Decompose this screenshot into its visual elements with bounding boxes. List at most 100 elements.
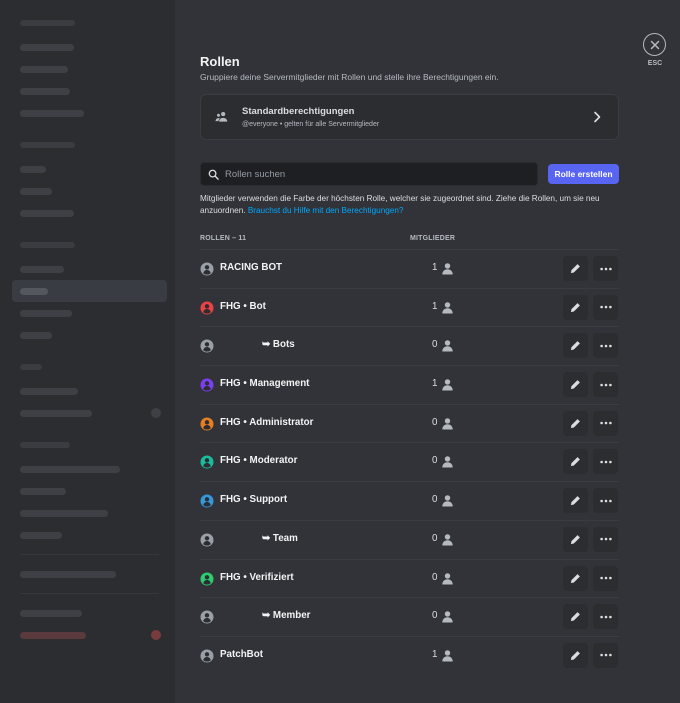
edit-role-button[interactable] [563, 333, 588, 359]
role-row[interactable]: FHG • Moderator 0 [200, 442, 619, 481]
more-options-button[interactable] [593, 488, 618, 514]
more-options-button[interactable] [593, 333, 618, 359]
more-options-button[interactable] [593, 410, 618, 436]
edit-role-button[interactable] [563, 372, 588, 398]
edit-role-button[interactable] [563, 256, 588, 281]
role-name: PatchBot [220, 648, 264, 660]
roles-info: Mitglieder verwenden die Farbe der höchs… [200, 193, 619, 217]
page-subtitle: Gruppiere deine Servermitglieder mit Rol… [200, 72, 499, 82]
shield-icon [200, 301, 214, 315]
role-row[interactable]: FHG • Management 1 [200, 365, 619, 404]
pencil-icon [570, 534, 580, 544]
default-permissions-title: Standardberechtigungen [242, 106, 355, 117]
permissions-help-link[interactable]: Brauchst du Hilfe mit den Berechtigungen… [248, 206, 404, 215]
more-options-button[interactable] [593, 526, 618, 552]
role-row[interactable]: ➥ Bots 0 [200, 326, 619, 365]
sidebar-item[interactable] [12, 524, 167, 546]
edit-role-button[interactable] [563, 526, 588, 552]
person-icon [442, 379, 453, 391]
role-row[interactable]: RACING BOT 1 [200, 249, 619, 288]
edit-role-button[interactable] [563, 642, 588, 668]
sidebar-item[interactable] [12, 258, 167, 280]
edit-role-button[interactable] [563, 294, 588, 320]
more-options-button[interactable] [593, 642, 618, 668]
roles-table-header: ROLLEN – 11 MITGLIEDER [200, 235, 619, 249]
edit-role-button[interactable] [563, 410, 588, 436]
sidebar-category [20, 20, 75, 26]
more-icon [599, 460, 612, 464]
sidebar-item[interactable] [12, 202, 167, 224]
edit-role-button[interactable] [563, 449, 588, 475]
role-name: RACING BOT [220, 262, 283, 273]
person-icon [442, 650, 453, 662]
sidebar-item-roles[interactable] [12, 280, 167, 302]
roles-list: RACING BOT 1 FHG • Bot 1 ➥ Bots 0 FHG • … [200, 249, 619, 675]
close-area: ESC [643, 33, 667, 67]
sidebar-item[interactable] [12, 102, 167, 124]
sidebar-item[interactable] [12, 324, 167, 346]
pencil-icon [570, 418, 580, 428]
role-name: ➥ Team [262, 532, 298, 544]
more-options-button[interactable] [593, 604, 618, 630]
shield-icon [200, 339, 214, 353]
shield-icon [200, 610, 214, 624]
more-icon [599, 305, 612, 309]
sidebar-item[interactable] [12, 402, 167, 424]
sidebar-item-delete-server[interactable] [12, 624, 167, 646]
sidebar-item[interactable] [12, 58, 167, 80]
more-options-button[interactable] [593, 565, 618, 591]
edit-role-button[interactable] [563, 488, 588, 514]
role-name: FHG • Administrator [220, 416, 314, 428]
person-icon [442, 340, 453, 352]
shield-icon [200, 262, 214, 276]
sidebar-item[interactable] [12, 158, 167, 180]
sidebar-item[interactable] [12, 480, 167, 502]
more-icon [599, 576, 612, 580]
more-options-button[interactable] [593, 372, 618, 398]
close-button[interactable] [643, 33, 666, 56]
create-role-button[interactable]: Rolle erstellen [548, 164, 619, 184]
search-input[interactable] [225, 163, 525, 185]
shield-icon [200, 378, 214, 392]
edit-role-button[interactable] [563, 604, 588, 630]
sidebar-item[interactable] [12, 36, 167, 58]
edit-role-button[interactable] [563, 565, 588, 591]
more-options-button[interactable] [593, 294, 618, 320]
sidebar-item[interactable] [12, 80, 167, 102]
close-icon [650, 40, 659, 49]
sidebar-item[interactable] [12, 602, 167, 624]
esc-label: ESC [647, 60, 663, 67]
sidebar-item[interactable] [12, 180, 167, 202]
more-options-button[interactable] [593, 449, 618, 475]
search-row: Rolle erstellen [200, 162, 619, 186]
more-icon [599, 538, 612, 541]
roles-panel: Rollen Gruppiere deine Servermitglieder … [175, 0, 680, 703]
roles-column-header: ROLLEN – 11 [200, 235, 247, 242]
role-row[interactable]: ➥ Team 0 [200, 519, 619, 559]
role-row[interactable]: ➥ Member 0 [200, 597, 619, 636]
sidebar-item[interactable] [12, 563, 167, 585]
role-row[interactable]: PatchBot 1 [200, 635, 619, 675]
role-row[interactable]: FHG • Verifiziert 0 [200, 558, 619, 598]
role-name: FHG • Moderator [220, 455, 298, 467]
role-row[interactable]: FHG • Bot 1 [200, 287, 619, 327]
role-name: ➥ Member [262, 610, 311, 622]
role-row[interactable]: FHG • Administrator 0 [200, 403, 619, 443]
sidebar-item[interactable] [12, 502, 167, 524]
role-name: FHG • Support [220, 494, 288, 506]
sidebar-item[interactable] [12, 458, 167, 480]
sidebar-item[interactable] [12, 302, 167, 324]
sidebar-item[interactable] [12, 380, 167, 402]
person-icon [442, 572, 453, 584]
more-options-button[interactable] [593, 256, 618, 281]
more-icon [599, 344, 612, 348]
role-row[interactable]: FHG • Support 0 [200, 481, 619, 520]
search-box[interactable] [200, 162, 538, 186]
more-icon [599, 383, 612, 386]
shield-icon [200, 649, 214, 663]
people-icon [215, 112, 228, 122]
pencil-icon [570, 380, 580, 390]
person-icon [442, 611, 453, 623]
person-icon [442, 534, 453, 546]
default-permissions-card[interactable]: Standardberechtigungen @everyone • gelte… [200, 94, 619, 140]
